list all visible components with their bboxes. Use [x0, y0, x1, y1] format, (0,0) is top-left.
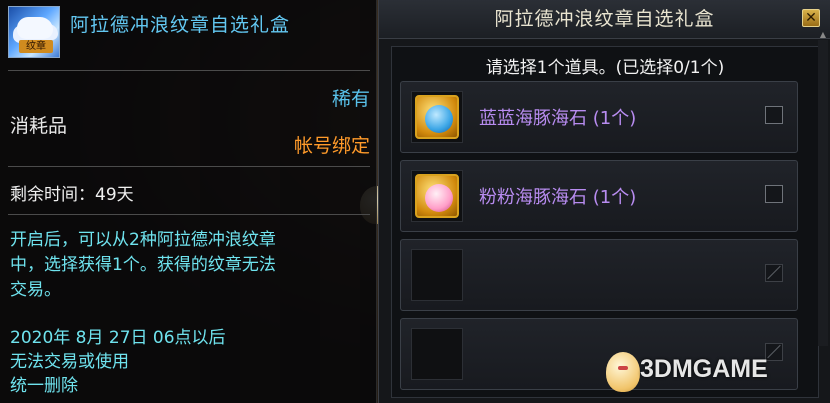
- list-item[interactable]: 蓝蓝海豚海石 (1个): [400, 81, 798, 153]
- item-description: 开启后，可以从2种阿拉德冲浪纹章 中，选择获得1个。获得的纹章无法 交易。: [10, 230, 276, 300]
- close-button[interactable]: ✕: [802, 9, 820, 27]
- item-title: 阿拉德冲浪纹章自选礼盒: [70, 14, 291, 36]
- select-prompt: 请选择1个道具。(已选择0/1个): [485, 58, 725, 78]
- item-slot: [411, 170, 463, 222]
- watermark-mascot: [606, 352, 640, 392]
- emblem-badge: 纹章: [19, 40, 53, 53]
- item-binding: 帐号绑定: [293, 135, 370, 157]
- blue-dolphin-gem-icon: [415, 95, 459, 139]
- watermark-logo: 3DMGAME: [640, 355, 768, 383]
- expiry-note: 2020年 8月 27日 06点以后 无法交易或使用 统一删除: [10, 328, 226, 396]
- item-checkbox-disabled: [765, 264, 783, 282]
- item-slot-empty: [411, 249, 463, 301]
- item-label: 粉粉海豚海石 (1个): [479, 187, 637, 208]
- divider: [8, 214, 370, 215]
- item-label: 蓝蓝海豚海石 (1个): [479, 108, 637, 129]
- select-box-window: 阿拉德冲浪纹章自选礼盒 ✕ 请选择1个道具。(已选择0/1个) 蓝蓝海豚海石 (…: [378, 0, 830, 403]
- item-list: 请选择1个道具。(已选择0/1个) 蓝蓝海豚海石 (1个) 粉粉海豚海石 (1个…: [391, 46, 819, 398]
- pink-dolphin-gem-icon: [415, 174, 459, 218]
- scroll-up-arrow-icon[interactable]: ▲: [818, 30, 828, 40]
- cloud-icon: [17, 17, 53, 39]
- scrollbar[interactable]: [818, 40, 828, 346]
- divider: [8, 166, 370, 167]
- remaining-time: 剩余时间：49天: [10, 185, 134, 205]
- item-checkbox[interactable]: [765, 185, 783, 203]
- item-checkbox[interactable]: [765, 106, 783, 124]
- item-tooltip: 纹章 阿拉德冲浪纹章自选礼盒 稀有 消耗品 帐号绑定 剩余时间：49天 开启后，…: [0, 0, 377, 403]
- list-item-empty: [400, 239, 798, 311]
- window-title: 阿拉德冲浪纹章自选礼盒: [379, 0, 830, 39]
- item-rarity: 稀有: [331, 88, 370, 110]
- item-slot: [411, 91, 463, 143]
- list-item[interactable]: 粉粉海豚海石 (1个): [400, 160, 798, 232]
- divider: [8, 70, 370, 71]
- item-category: 消耗品: [10, 115, 68, 137]
- emblem-box-icon: 纹章: [8, 6, 60, 58]
- item-slot-empty: [411, 328, 463, 380]
